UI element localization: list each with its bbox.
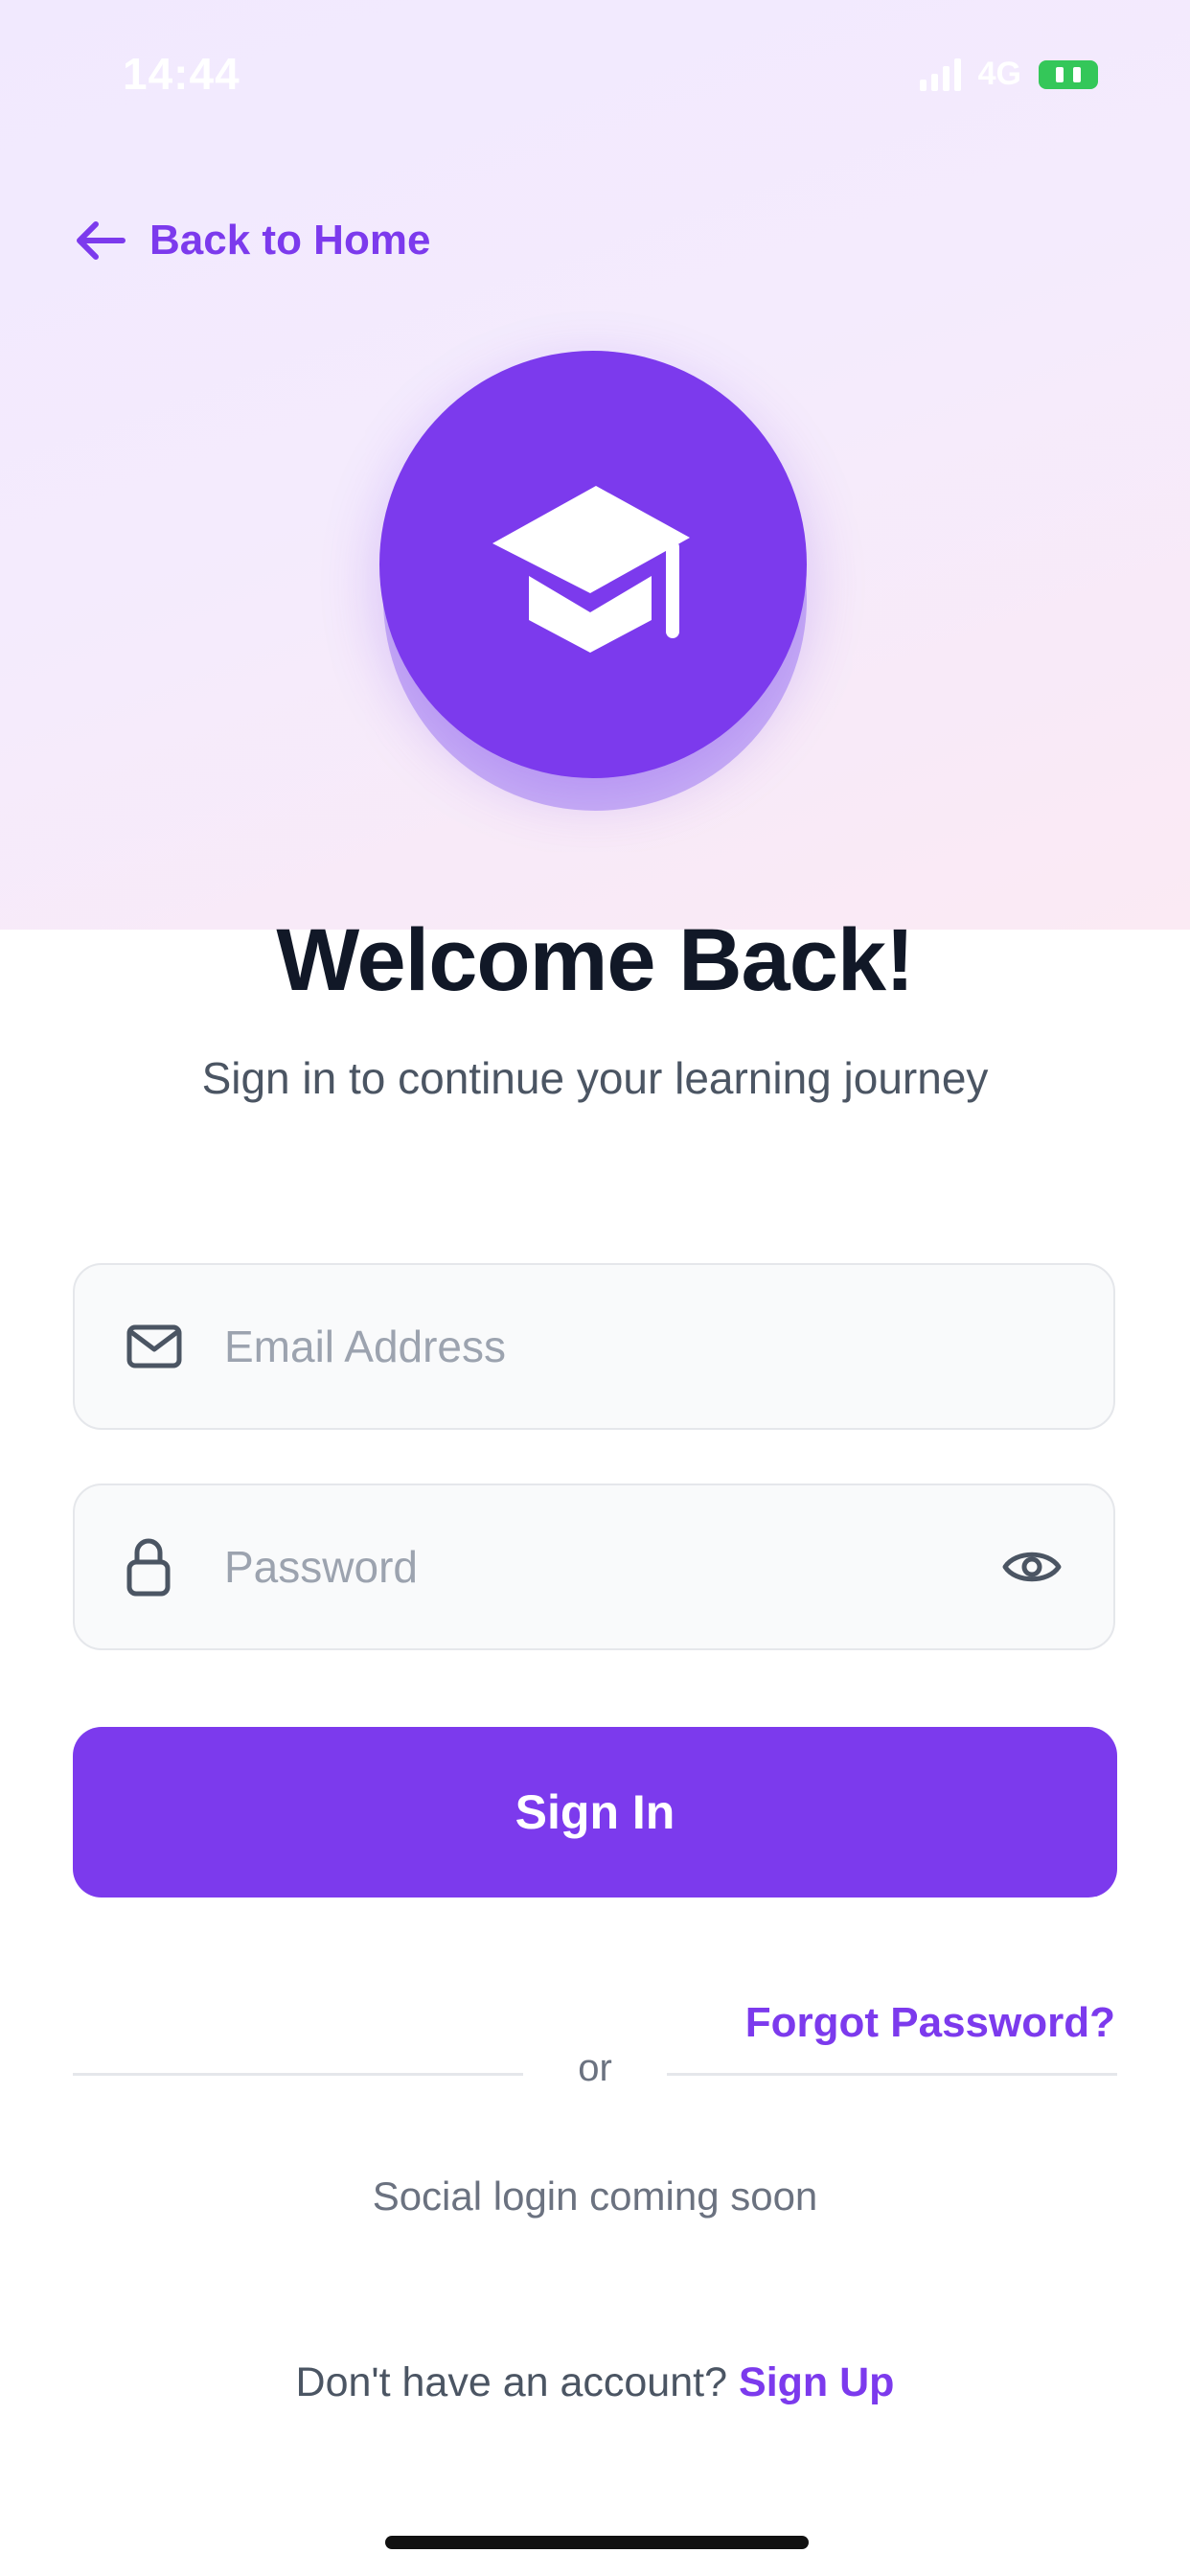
logo-circle <box>379 351 807 778</box>
password-input[interactable] <box>224 1485 979 1648</box>
signup-row: Don't have an account? Sign Up <box>0 2359 1190 2406</box>
divider-label: or <box>578 2047 612 2089</box>
email-input[interactable] <box>224 1265 979 1428</box>
divider-line-right <box>667 2073 1117 2076</box>
social-login-notice: Social login coming soon <box>372 2174 818 2219</box>
network-label: 4G <box>977 56 1021 92</box>
home-indicator[interactable] <box>385 2536 809 2549</box>
status-time: 14:44 <box>123 49 240 99</box>
back-to-home-link[interactable]: Back to Home <box>75 217 430 264</box>
signup-prompt: Don't have an account? <box>295 2359 728 2405</box>
graduation-cap-icon <box>492 486 690 653</box>
status-indicators: 4G <box>919 56 1098 93</box>
signal-icon <box>919 58 961 91</box>
sign-up-link[interactable]: Sign Up <box>739 2359 894 2405</box>
eye-icon[interactable] <box>1002 1548 1062 1586</box>
lock-icon <box>126 1538 171 1597</box>
password-field[interactable] <box>73 1484 1115 1650</box>
email-field[interactable] <box>73 1263 1115 1430</box>
forgot-password-link[interactable]: Forgot Password? <box>745 1999 1115 2047</box>
page-title: Welcome Back! <box>276 911 914 1009</box>
sign-in-button[interactable]: Sign In <box>73 1727 1117 1898</box>
app-logo <box>379 351 811 811</box>
status-bar: 14:44 4G <box>0 0 1190 153</box>
mail-icon <box>126 1324 182 1368</box>
page-subtitle: Sign in to continue your learning journe… <box>201 1053 989 1103</box>
battery-icon <box>1039 59 1098 89</box>
arrow-left-icon <box>77 221 126 260</box>
back-to-home-label: Back to Home <box>149 217 431 264</box>
or-divider: or <box>73 2047 1117 2104</box>
